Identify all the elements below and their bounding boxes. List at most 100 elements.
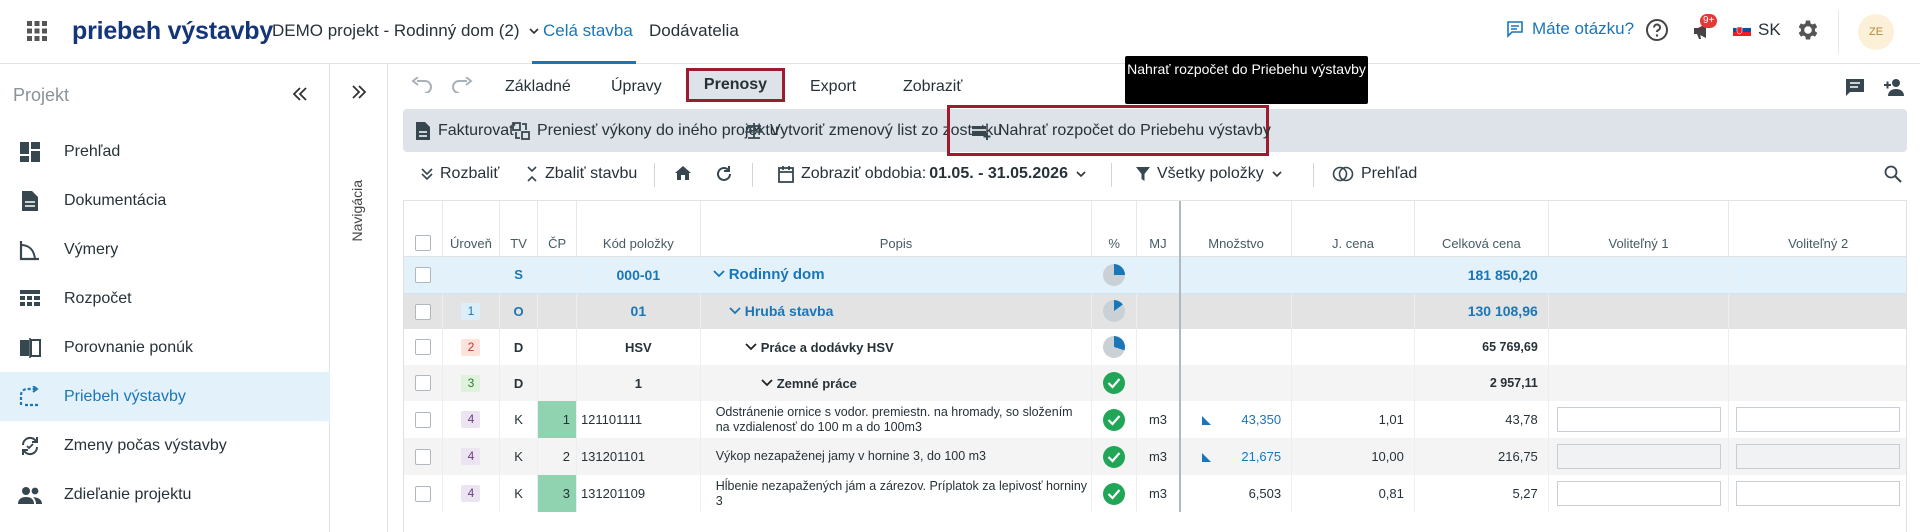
- chevron-down-icon[interactable]: [729, 306, 741, 316]
- refresh-icon[interactable]: [715, 165, 733, 183]
- tab-upravy[interactable]: Úpravy: [611, 78, 662, 96]
- help-link[interactable]: Máte otázku?: [1506, 19, 1634, 39]
- sidebar-item-zdielanie[interactable]: Zdieľanie projektu: [0, 470, 330, 519]
- checkbox[interactable]: [415, 266, 432, 283]
- checkbox[interactable]: [415, 303, 432, 320]
- add-user-icon[interactable]: [1883, 78, 1905, 96]
- chevron-down-icon[interactable]: [713, 269, 725, 279]
- rozbalit-button[interactable]: Rozbaliť: [421, 165, 499, 183]
- table-row[interactable]: 4 K 3 131201109 Hĺbenie nezapažených jám…: [404, 475, 1906, 512]
- checkbox[interactable]: [415, 234, 432, 251]
- cell-qty-value[interactable]: 21,675: [1241, 449, 1281, 464]
- tab-zakladne[interactable]: Základné: [505, 78, 571, 96]
- volitelny1-input[interactable]: [1556, 481, 1721, 506]
- cell-qty[interactable]: 43,350: [1180, 401, 1293, 438]
- volitelny2-input[interactable]: [1736, 481, 1901, 506]
- header-percent[interactable]: %: [1091, 201, 1137, 257]
- measure-link-icon[interactable]: [1202, 453, 1212, 463]
- table-row[interactable]: S 000-01 Rodinný dom 181 850,20: [404, 256, 1906, 294]
- fakturovat-button[interactable]: Fakturovať: [415, 109, 515, 152]
- header-tv[interactable]: TV: [499, 201, 539, 257]
- volitelny1-input[interactable]: [1556, 444, 1721, 469]
- tab-dodavatelia[interactable]: Dodávatelia: [649, 21, 739, 41]
- user-avatar[interactable]: ZE: [1858, 14, 1894, 50]
- language-selector[interactable]: SK: [1733, 20, 1781, 40]
- cell-desc[interactable]: Zemné práce: [700, 365, 1093, 401]
- cell-qty[interactable]: 6,503: [1180, 475, 1293, 512]
- measure-link-icon[interactable]: [1202, 416, 1212, 426]
- gear-icon[interactable]: [1795, 17, 1821, 43]
- tab-prenosy[interactable]: Prenosy: [686, 68, 785, 102]
- volitelny1-input[interactable]: [1556, 407, 1721, 432]
- header-kod[interactable]: Kód položky: [576, 201, 701, 257]
- sidebar-item-prehlad[interactable]: Prehľad: [0, 127, 330, 176]
- row-select[interactable]: [404, 438, 444, 475]
- checkbox[interactable]: [415, 375, 432, 392]
- tab-export[interactable]: Export: [810, 78, 856, 96]
- header-jcena[interactable]: J. cena: [1291, 201, 1415, 257]
- header-volitelny2[interactable]: Voliteľný 2: [1728, 201, 1906, 257]
- header-celkova[interactable]: Celková cena: [1414, 201, 1549, 257]
- prehlad-button[interactable]: Prehľad: [1332, 165, 1417, 183]
- header-cp[interactable]: ČP: [537, 201, 577, 257]
- expand-navigation-icon[interactable]: [351, 84, 367, 100]
- header-mj[interactable]: MJ: [1136, 201, 1182, 257]
- table-row[interactable]: 2 D HSV Práce a dodávky HSV 65 769,69: [404, 329, 1906, 365]
- apps-grid-icon[interactable]: [26, 20, 48, 42]
- row-select[interactable]: [404, 401, 444, 438]
- cell-desc[interactable]: Odstránenie ornice s vodor. premiestn. n…: [700, 401, 1093, 438]
- chevron-down-icon[interactable]: [745, 342, 757, 352]
- brand-logo[interactable]: priebeh výstavby: [72, 17, 273, 46]
- collapse-sidebar-icon[interactable]: [292, 86, 308, 102]
- tab-cela-stavba[interactable]: Celá stavba: [543, 21, 633, 41]
- row-select[interactable]: [404, 293, 444, 329]
- search-icon[interactable]: [1884, 165, 1902, 183]
- zbalit-stavbu-button[interactable]: Zbaliť stavbu: [526, 165, 637, 183]
- checkbox[interactable]: [415, 448, 432, 465]
- row-select[interactable]: [404, 256, 444, 294]
- header-volitelny1[interactable]: Voliteľný 1: [1548, 201, 1730, 257]
- checkbox[interactable]: [415, 485, 432, 502]
- sidebar-item-porovnanie[interactable]: Porovnanie ponúk: [0, 323, 330, 372]
- cell-desc[interactable]: Hrubá stavba: [700, 293, 1093, 329]
- project-selector[interactable]: DEMO projekt - Rodinný dom (2): [272, 21, 540, 41]
- sidebar-item-zmeny[interactable]: Zmeny počas výstavby: [0, 421, 330, 470]
- volitelny2-input[interactable]: [1736, 444, 1901, 469]
- checkbox[interactable]: [415, 411, 432, 428]
- table-row[interactable]: 1 O 01 Hrubá stavba 130 108,96: [404, 293, 1906, 329]
- table-row[interactable]: 4 K 2 131201101 Výkop nezapaženej jamy v…: [404, 438, 1906, 475]
- tab-zobrazit[interactable]: Zobraziť: [903, 78, 962, 96]
- row-select[interactable]: [404, 365, 444, 401]
- nahrat-rozpocet-button[interactable]: Nahrať rozpočet do Priebehu výstavby: [971, 109, 1271, 152]
- header-select-all[interactable]: [404, 201, 444, 257]
- sidebar-item-rozpocet[interactable]: Rozpočet: [0, 274, 330, 323]
- volitelny2-input[interactable]: [1736, 407, 1901, 432]
- cell-desc[interactable]: Výkop nezapaženej jamy v hornine 3, do 1…: [700, 438, 1093, 475]
- table-row[interactable]: 4 K 1 121101111 Odstránenie ornice s vod…: [404, 401, 1906, 438]
- navigation-label[interactable]: Navigácia: [349, 180, 365, 241]
- question-icon[interactable]: [1645, 18, 1669, 42]
- sidebar-item-vymery[interactable]: Výmery: [0, 225, 330, 274]
- header-popis[interactable]: Popis: [700, 201, 1093, 257]
- sidebar-item-dokumentacia[interactable]: Dokumentácia: [0, 176, 330, 225]
- cell-desc[interactable]: Rodinný dom: [700, 256, 1093, 294]
- period-selector[interactable]: Zobraziť obdobia: 01.05. - 31.05.2026: [778, 165, 1087, 183]
- preniest-vykony-button[interactable]: Preniesť výkony do iného projektu: [512, 109, 779, 152]
- cell-desc[interactable]: Práce a dodávky HSV: [700, 329, 1093, 365]
- home-icon[interactable]: [674, 165, 692, 181]
- cell-qty-value[interactable]: 43,350: [1241, 412, 1281, 427]
- filter-selector[interactable]: Všetky položky: [1136, 165, 1283, 183]
- checkbox[interactable]: [415, 339, 432, 356]
- redo-icon[interactable]: [451, 77, 473, 93]
- table-row[interactable]: 3 D 1 Zemné práce 2 957,11: [404, 365, 1906, 401]
- undo-icon[interactable]: [411, 77, 433, 93]
- header-uroven[interactable]: Úroveň: [442, 201, 500, 257]
- comment-icon[interactable]: [1845, 78, 1865, 98]
- cell-qty[interactable]: 21,675: [1180, 438, 1293, 475]
- row-select[interactable]: [404, 475, 444, 512]
- row-select[interactable]: [404, 329, 444, 365]
- header-mnozstvo[interactable]: Množstvo: [1180, 201, 1293, 257]
- chevron-down-icon[interactable]: [761, 378, 773, 388]
- cell-desc[interactable]: Hĺbenie nezapažených jám a zárezov. Príp…: [700, 475, 1093, 512]
- sidebar-item-priebeh[interactable]: Priebeh výstavby: [0, 372, 330, 421]
